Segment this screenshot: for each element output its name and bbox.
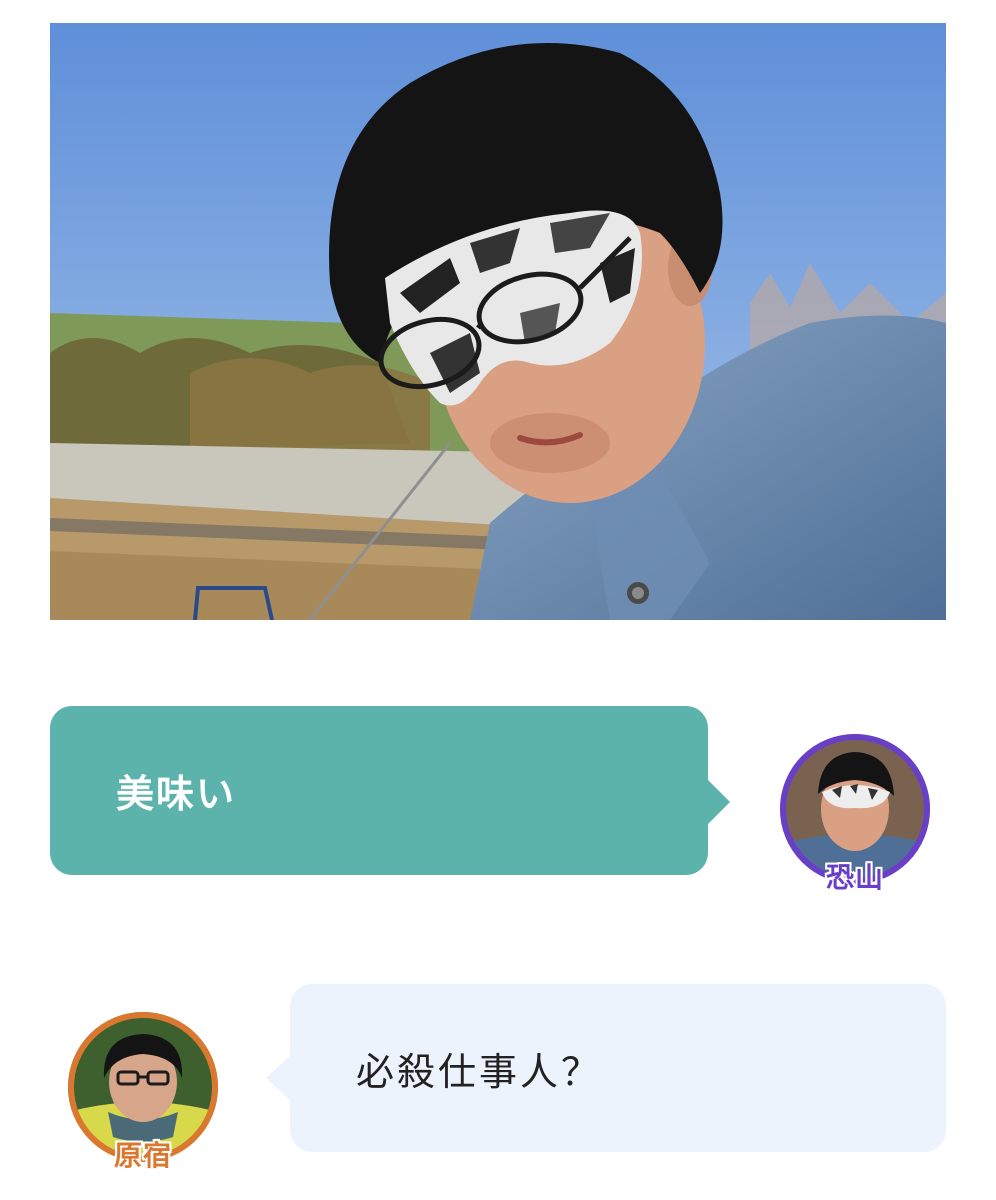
- message-text: 美味い: [116, 772, 237, 816]
- speaker-name: 恐山: [825, 861, 884, 894]
- speaker-name: 原宿: [113, 1139, 172, 1172]
- speaker-avatar-left: 原宿: [68, 1012, 218, 1172]
- message-bubble-left: 必殺仕事人？: [266, 984, 946, 1152]
- speaker-avatar-right: 恐山: [780, 734, 930, 894]
- message-text: 必殺仕事人？: [356, 1049, 603, 1094]
- message-bubble-right: 美味い: [50, 706, 730, 875]
- main-photo: [50, 23, 946, 620]
